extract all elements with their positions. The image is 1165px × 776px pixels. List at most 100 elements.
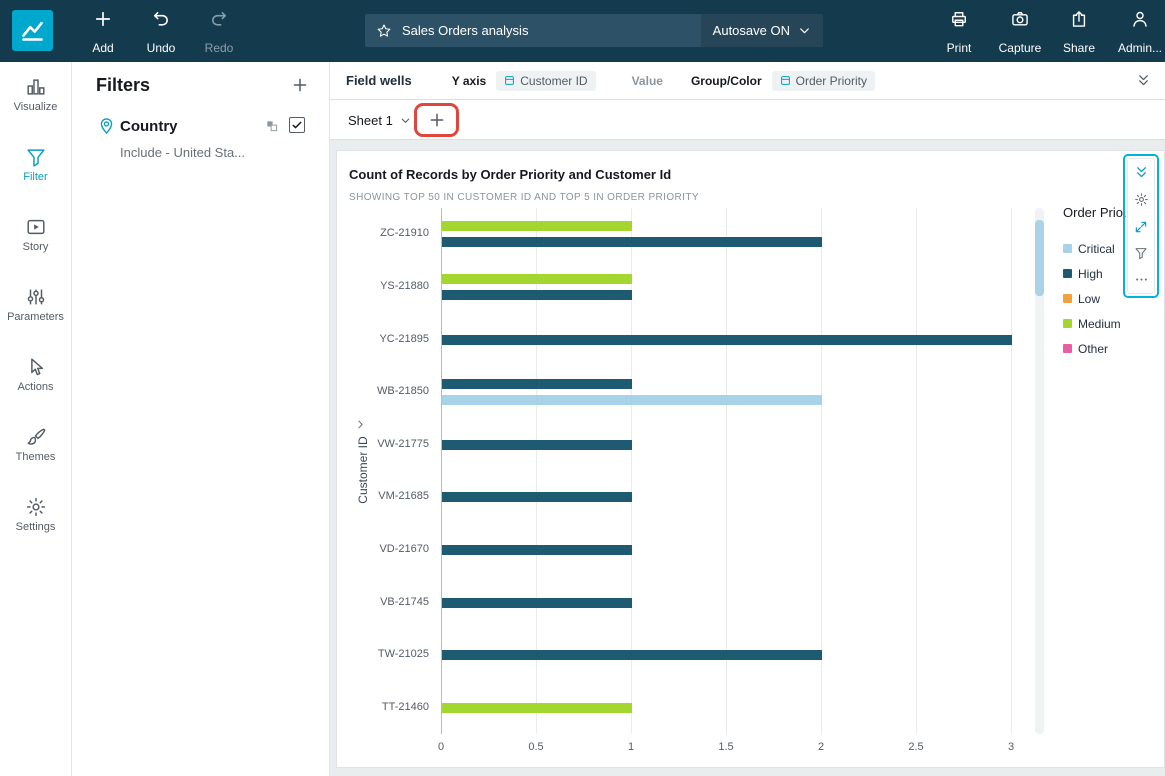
- plot-area: [441, 208, 1031, 734]
- x-tick-label: 2: [818, 741, 824, 753]
- autosave-dropdown[interactable]: Autosave ON: [701, 14, 823, 47]
- bar-vb-21745-high[interactable]: [442, 598, 632, 608]
- sidebar-item-label: Settings: [16, 521, 56, 533]
- quicksight-app: Add Undo Redo Sales Orders analysis Auto…: [0, 0, 1165, 776]
- person-icon: [1130, 9, 1150, 29]
- autosave-label: Autosave ON: [713, 23, 790, 38]
- double-chevron-down-icon[interactable]: [1136, 73, 1151, 88]
- group-color-well-label: Group/Color: [691, 74, 762, 88]
- undo-label: Undo: [147, 41, 176, 55]
- add-filter-button[interactable]: [291, 76, 309, 94]
- legend-swatch: [1063, 344, 1072, 353]
- value-well-label[interactable]: Value: [632, 74, 663, 88]
- visual-options-ellipsis-icon[interactable]: [1134, 272, 1149, 287]
- add-button[interactable]: Add: [79, 9, 127, 55]
- y-axis-field-pill[interactable]: Customer ID: [496, 71, 595, 91]
- bar-tt-21460-medium[interactable]: [442, 703, 632, 713]
- analysis-title: Sales Orders analysis: [402, 23, 701, 38]
- sidebar-item-story[interactable]: Story: [0, 216, 71, 262]
- print-label: Print: [947, 41, 972, 55]
- expand-visual-menu-icon[interactable]: [1134, 165, 1149, 180]
- legend-swatch: [1063, 319, 1072, 328]
- bar-yc-21895-high[interactable]: [442, 335, 1012, 345]
- print-button[interactable]: Print: [935, 9, 983, 55]
- sidebar-item-actions[interactable]: Actions: [0, 356, 71, 402]
- maximize-visual-icon[interactable]: [1134, 220, 1148, 234]
- admin-label: Admin...: [1118, 41, 1162, 55]
- add-sheet-button[interactable]: [428, 111, 446, 129]
- x-tick-label: 0: [438, 741, 444, 753]
- group-color-field-pill[interactable]: Order Priority: [772, 71, 875, 91]
- analysis-title-bar: Sales Orders analysis Autosave ON: [365, 14, 823, 47]
- bar-vd-21670-high[interactable]: [442, 545, 632, 555]
- x-tick-label: 1.5: [718, 741, 733, 753]
- gear-icon: [25, 496, 47, 518]
- y-category-label: VW-21775: [377, 438, 429, 450]
- add-label: Add: [92, 41, 113, 55]
- filter-item-country[interactable]: Country: [120, 118, 178, 135]
- y-category-label: ZC-21910: [380, 227, 429, 239]
- admin-button[interactable]: Admin...: [1114, 9, 1165, 55]
- bar-ys-21880-high[interactable]: [442, 290, 632, 300]
- star-icon[interactable]: [376, 23, 392, 39]
- top-bar: Add Undo Redo Sales Orders analysis Auto…: [0, 0, 1165, 62]
- sheet-tab[interactable]: Sheet 1: [348, 100, 411, 140]
- y-category-label: TW-21025: [378, 648, 429, 660]
- sidebar-item-filter[interactable]: Filter: [0, 146, 71, 192]
- visual-title: Count of Records by Order Priority and C…: [349, 167, 671, 182]
- bar-zc-21910-medium[interactable]: [442, 221, 632, 231]
- sheet-tab-label: Sheet 1: [348, 113, 393, 128]
- redo-button[interactable]: Redo: [195, 9, 243, 55]
- undo-icon: [151, 9, 171, 29]
- group-color-field-name: Order Priority: [796, 74, 867, 88]
- legend-entry-medium[interactable]: Medium: [1063, 311, 1163, 336]
- sidebar-item-themes[interactable]: Themes: [0, 426, 71, 472]
- bar-wb-21850-high[interactable]: [442, 379, 632, 389]
- field-wells-title: Field wells: [346, 73, 412, 88]
- capture-button[interactable]: Capture: [993, 9, 1047, 55]
- bar-zc-21910-high[interactable]: [442, 237, 822, 247]
- share-button[interactable]: Share: [1055, 9, 1103, 55]
- camera-icon: [1010, 9, 1030, 29]
- plus-icon: [93, 9, 113, 29]
- undo-button[interactable]: Undo: [137, 9, 185, 55]
- gridline: [1011, 208, 1012, 734]
- filter-scope-icon[interactable]: [265, 119, 279, 133]
- visual-card: Count of Records by Order Priority and C…: [336, 150, 1165, 768]
- sidebar-item-label: Story: [23, 241, 49, 253]
- sidebar-item-settings[interactable]: Settings: [0, 496, 71, 542]
- bar-ys-21880-medium[interactable]: [442, 274, 632, 284]
- field-icon: [780, 75, 791, 86]
- legend-label: Critical: [1078, 242, 1115, 256]
- redo-label: Redo: [205, 41, 234, 55]
- quicksight-logo[interactable]: [12, 10, 53, 51]
- legend-entry-other[interactable]: Other: [1063, 336, 1163, 361]
- sliders-icon: [25, 286, 47, 308]
- x-tick-label: 1: [628, 741, 634, 753]
- filter-enabled-checkbox[interactable]: [289, 117, 305, 133]
- legend-label: High: [1078, 267, 1103, 281]
- x-axis-labels: 00.511.522.53: [441, 741, 1031, 755]
- legend-swatch: [1063, 244, 1072, 253]
- visual-settings-gear-icon[interactable]: [1134, 192, 1149, 207]
- visual-menu: [1127, 158, 1155, 294]
- annotation-add-sheet-highlight: [414, 103, 459, 137]
- bar-tw-21025-high[interactable]: [442, 650, 822, 660]
- field-wells-bar: Field wells Y axis Customer ID Value Gro…: [330, 62, 1165, 100]
- sidebar-item-parameters[interactable]: Parameters: [0, 286, 71, 332]
- sidebar-item-visualize[interactable]: Visualize: [0, 76, 71, 122]
- logo-chart-icon: [19, 17, 46, 44]
- y-axis-field-name: Customer ID: [520, 74, 587, 88]
- scrollbar-thumb[interactable]: [1035, 220, 1044, 296]
- y-category-label: VB-21745: [380, 596, 429, 608]
- capture-label: Capture: [999, 41, 1042, 55]
- visual-filter-icon[interactable]: [1134, 246, 1148, 260]
- x-tick-label: 0.5: [528, 741, 543, 753]
- bar-wb-21850-critical[interactable]: [442, 395, 822, 405]
- sidebar-item-label: Visualize: [14, 101, 58, 113]
- bar-vm-21685-high[interactable]: [442, 492, 632, 502]
- bar-vw-21775-high[interactable]: [442, 440, 632, 450]
- chart-scrollbar[interactable]: [1035, 208, 1044, 734]
- y-category-label: YS-21880: [380, 280, 429, 292]
- share-icon: [1069, 9, 1089, 29]
